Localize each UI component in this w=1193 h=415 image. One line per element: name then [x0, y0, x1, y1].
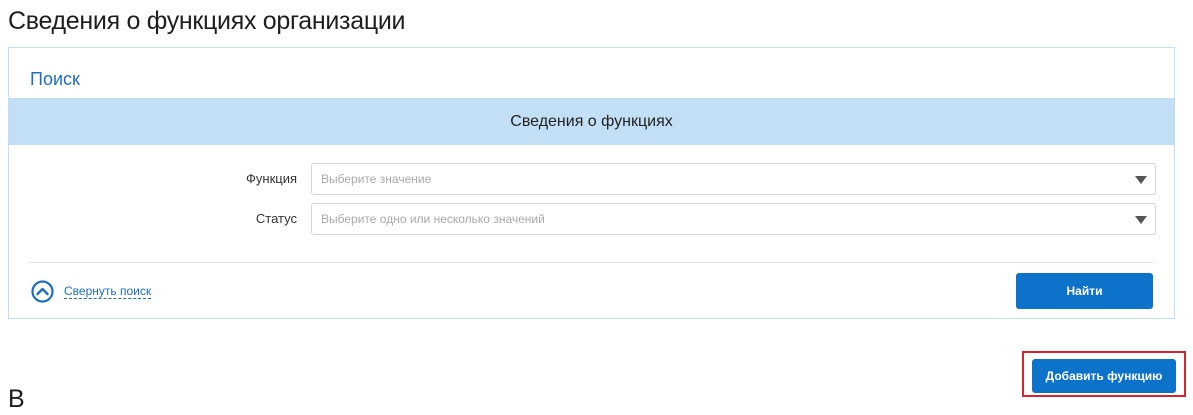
status-select[interactable]: Выберите одно или несколько значений	[311, 203, 1156, 235]
status-select-placeholder: Выберите одно или несколько значений	[321, 212, 545, 226]
collapse-search-label[interactable]: Свернуть поиск	[64, 284, 152, 299]
collapse-search-link[interactable]: Свернуть поиск	[31, 278, 152, 304]
form-row-function: Функция Выберите значение	[9, 163, 1174, 195]
function-field-label: Функция	[246, 171, 297, 186]
status-field-label: Статус	[255, 211, 297, 226]
search-panel-heading: Поиск	[30, 69, 80, 89]
chevron-up-circle-icon[interactable]	[31, 279, 54, 303]
next-section-heading: В	[8, 385, 25, 413]
find-button[interactable]: Найти	[1016, 273, 1153, 309]
search-panel: Поиск Сведения о функциях Функция Выбери…	[8, 47, 1175, 319]
form-row-status: Статус Выберите одно или несколько значе…	[9, 203, 1174, 235]
page-title: Сведения о функциях организации	[8, 7, 406, 35]
function-select-placeholder: Выберите значение	[321, 172, 432, 186]
dropdown-arrow-icon[interactable]	[1135, 216, 1147, 224]
function-select[interactable]: Выберите значение	[311, 163, 1156, 195]
section-band-title: Сведения о функциях	[510, 112, 673, 130]
section-band: Сведения о функциях	[9, 98, 1174, 145]
add-function-button[interactable]: Добавить функцию	[1032, 359, 1176, 393]
panel-divider	[29, 262, 1154, 263]
dropdown-arrow-icon[interactable]	[1135, 176, 1147, 184]
